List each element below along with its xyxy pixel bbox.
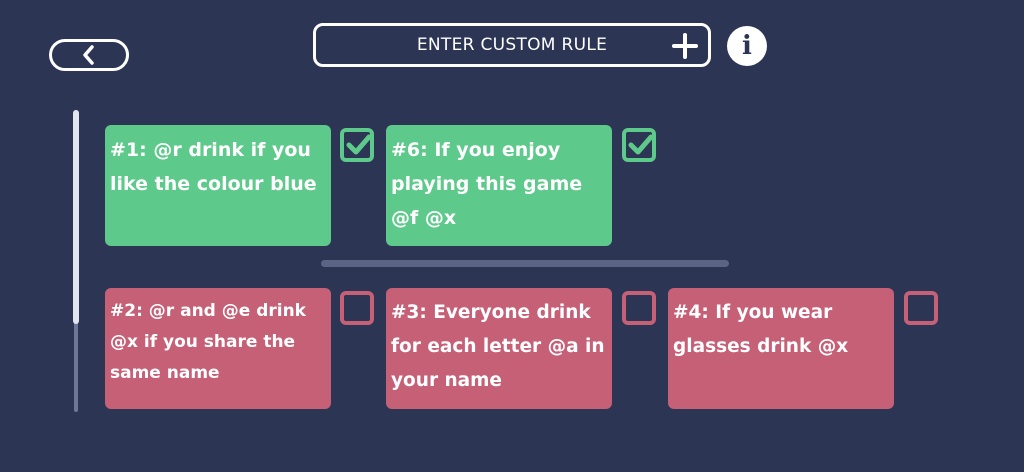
scrollbar-thumb[interactable] — [73, 110, 79, 324]
rule-text: #3: Everyone drink for each letter @a in… — [391, 302, 605, 391]
rule-checkbox-2[interactable] — [340, 291, 374, 325]
rule-checkbox-1[interactable] — [340, 128, 374, 162]
rule-checkbox-4[interactable] — [904, 291, 938, 325]
enter-custom-rule-button[interactable]: ENTER CUSTOM RULE — [313, 23, 711, 67]
rule-text: #2: @r and @e drink @x if you share the … — [110, 301, 306, 383]
rule-checkbox-3[interactable] — [622, 291, 656, 325]
checkmark-icon — [628, 134, 654, 155]
rule-checkbox-6[interactable] — [622, 128, 656, 162]
rule-card-2[interactable]: #2: @r and @e drink @x if you share the … — [105, 288, 331, 409]
rule-card-4[interactable]: #4: If you wear glasses drink @x — [668, 288, 894, 409]
rule-text: #6: If you enjoy playing this game @f @x — [391, 139, 583, 229]
chevron-left-icon — [83, 45, 94, 65]
rule-text: #1: @r drink if you like the colour blue — [110, 139, 317, 195]
rule-text: #4: If you wear glasses drink @x — [673, 302, 849, 357]
rule-card-3[interactable]: #3: Everyone drink for each letter @a in… — [386, 288, 612, 409]
custom-rule-label: ENTER CUSTOM RULE — [416, 35, 608, 55]
checkmark-icon — [346, 134, 372, 155]
info-icon[interactable]: i — [727, 26, 767, 66]
section-divider — [321, 260, 729, 267]
rule-card-6[interactable]: #6: If you enjoy playing this game @f @x — [386, 125, 612, 246]
back-button[interactable] — [49, 39, 129, 71]
rule-card-1[interactable]: #1: @r drink if you like the colour blue — [105, 125, 331, 246]
plus-icon — [672, 33, 698, 59]
